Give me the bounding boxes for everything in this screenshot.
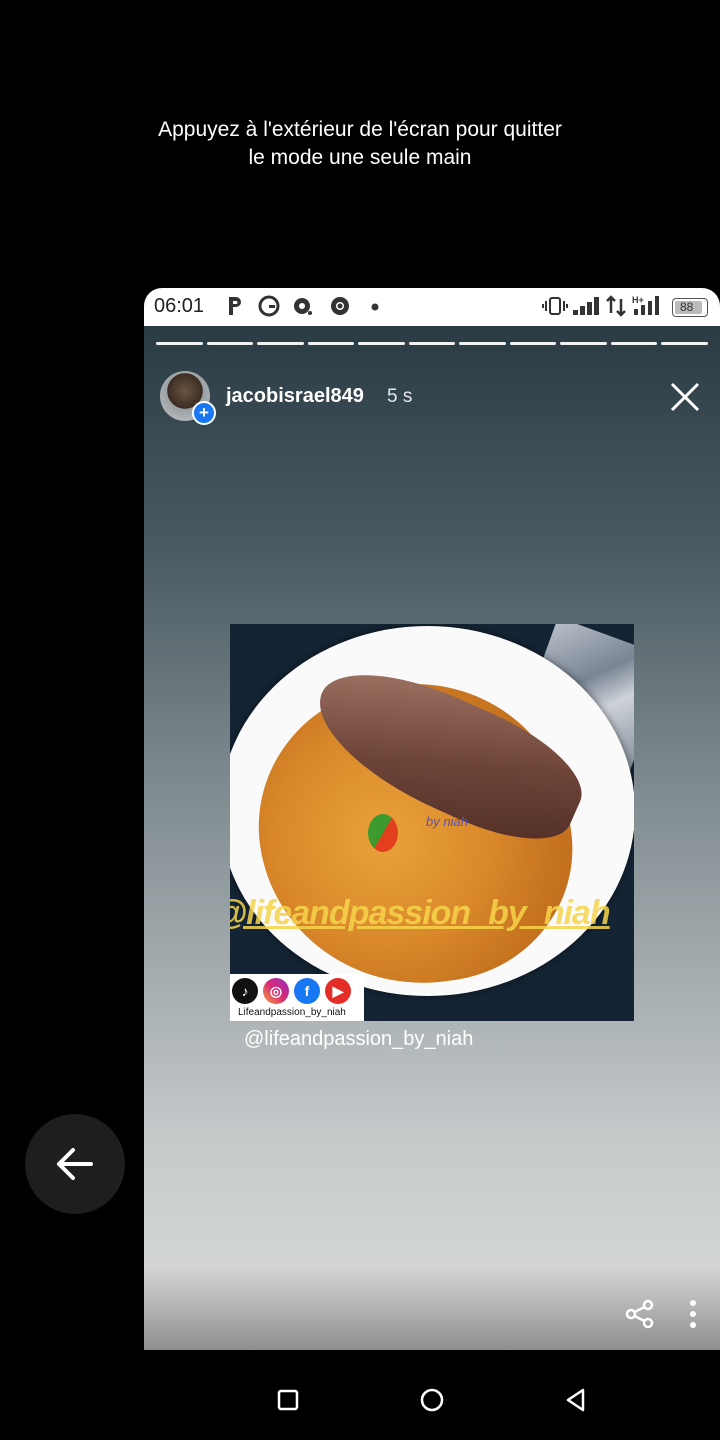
hint-line-2: le mode une seule main (248, 146, 472, 169)
close-icon[interactable] (668, 380, 702, 414)
social-badge: ♪ ◎ f ▶ Lifeandpassion_by_niah (230, 974, 364, 1021)
pepper (368, 814, 398, 852)
story-viewer[interactable]: + jacobisrael849 5 s by niah @lifeandpas… (144, 326, 720, 1350)
data-arrows-icon (606, 295, 626, 317)
svg-text:H+: H+ (632, 295, 644, 305)
recents-button-icon[interactable] (268, 1380, 308, 1420)
p-icon (229, 297, 241, 315)
progress-segment (459, 342, 506, 345)
story-mention[interactable]: @lifeandpassion_by_niah (244, 1028, 473, 1051)
progress-segment (408, 342, 456, 345)
more-options-icon[interactable] (688, 1298, 698, 1330)
back-button[interactable] (25, 1114, 125, 1214)
progress-segment (206, 342, 254, 345)
story-progress (156, 342, 709, 345)
progress-segment (560, 342, 607, 345)
one-hand-screen[interactable]: 06:01 H+ 88 + jacobisrael849 5 s by niah… (144, 288, 720, 1350)
progress-segment (509, 342, 557, 345)
home-button-icon[interactable] (412, 1380, 452, 1420)
chrome-icon (331, 297, 349, 315)
status-bar: 06:01 H+ 88 (144, 288, 720, 326)
story-photo: by niah @lifeandpassion_by_niah ♪ ◎ f ▶ … (230, 624, 634, 1021)
social-handle: Lifeandpassion_by_niah (238, 1007, 346, 1018)
battery-icon: 88 (672, 298, 708, 317)
story-actions (624, 1298, 698, 1330)
progress-segment (610, 342, 658, 345)
progress-segment (358, 342, 405, 345)
battery-level: 88 (680, 300, 694, 314)
status-time: 06:01 (154, 295, 205, 317)
story-username[interactable]: jacobisrael849 (226, 385, 364, 408)
progress-segment (307, 342, 355, 345)
h-plus-signal-icon: H+ (632, 295, 659, 315)
navigation-bar (0, 1360, 720, 1440)
camera-notification-icon (294, 298, 312, 315)
share-icon[interactable] (624, 1298, 656, 1330)
photo-watermark: @lifeandpassion_by_niah (230, 894, 611, 932)
photo-signature: by niah (426, 814, 468, 829)
youtube-icon: ▶ (325, 978, 351, 1004)
dot-icon (371, 303, 379, 311)
progress-segment (257, 342, 304, 345)
signal-icon (573, 297, 599, 315)
facebook-icon: f (294, 978, 320, 1004)
progress-segment (156, 342, 203, 345)
g-icon (258, 295, 280, 317)
instagram-icon: ◎ (263, 978, 289, 1004)
tiktok-icon: ♪ (232, 978, 258, 1004)
add-story-icon[interactable]: + (192, 401, 216, 425)
progress-segment (661, 342, 709, 345)
vibrate-icon (542, 297, 568, 315)
arrow-left-icon (57, 1148, 93, 1180)
hint-line-1: Appuyez à l'extérieur de l'écran pour qu… (158, 118, 562, 141)
one-hand-mode-hint: Appuyez à l'extérieur de l'écran pour qu… (0, 116, 720, 172)
back-nav-button-icon[interactable] (556, 1380, 596, 1420)
story-time-ago: 5 s (387, 386, 413, 407)
